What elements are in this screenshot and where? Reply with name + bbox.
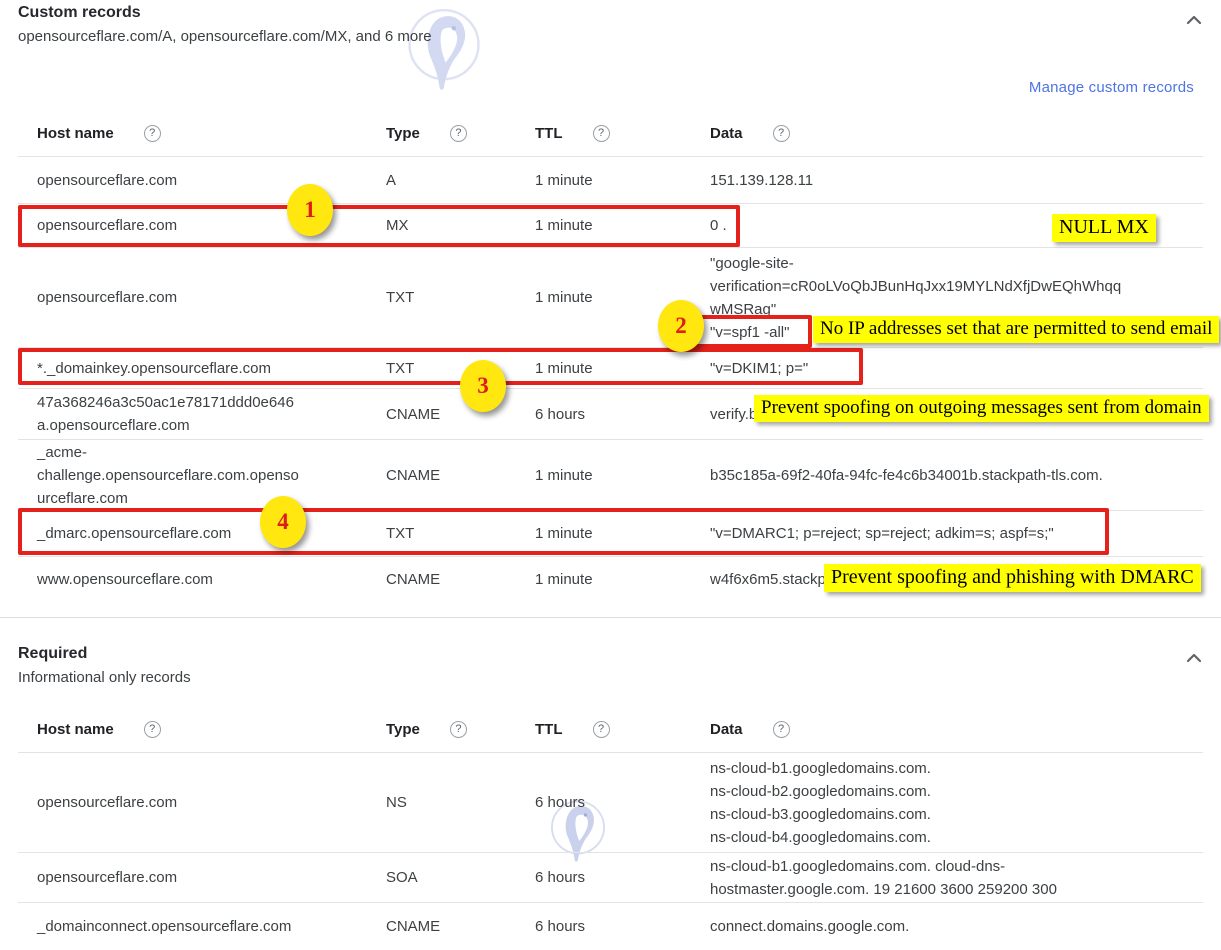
type-cell: SOA	[386, 866, 535, 889]
host-cell: _domainconnect.opensourceflare.com	[37, 915, 386, 938]
manage-custom-records-link[interactable]: Manage custom records	[1029, 79, 1194, 96]
record-row: _acme-challenge.opensourceflare.com.open…	[18, 440, 1203, 511]
host-cell: opensourceflare.com	[37, 791, 386, 814]
help-icon[interactable]: ?	[773, 721, 790, 738]
section-title: Required	[18, 643, 1221, 664]
record-row: *._domainkey.opensourceflare.comTXT1 min…	[18, 348, 1203, 389]
data-cell: w4f6x6m5.stackp	[710, 568, 1203, 591]
help-icon[interactable]: ?	[773, 125, 790, 142]
record-row: opensourceflare.comNS6 hoursns-cloud-b1.…	[18, 753, 1203, 853]
record-row: _dmarc.opensourceflare.comTXT1 minute"v=…	[18, 511, 1203, 557]
column-label: Type	[386, 125, 420, 142]
data-cell: ns-cloud-b1.googledomains.com. cloud-dns…	[710, 855, 1203, 901]
data-cell: 151.139.128.11	[710, 169, 1203, 192]
record-row: www.opensourceflare.comCNAME1 minutew4f6…	[18, 557, 1203, 601]
data-cell: "v=DKIM1; p="	[710, 357, 1203, 380]
help-icon[interactable]: ?	[144, 125, 161, 142]
column-label: Host name	[37, 721, 114, 738]
help-icon[interactable]: ?	[450, 125, 467, 142]
type-cell: TXT	[386, 286, 535, 309]
host-cell: _acme-challenge.opensourceflare.com.open…	[37, 441, 386, 510]
data-cell: 0 .	[710, 214, 1203, 237]
host-cell: opensourceflare.com	[37, 169, 386, 192]
column-header-hostname: Host name ?	[37, 125, 386, 142]
ttl-cell: 1 minute	[535, 522, 710, 545]
type-cell: CNAME	[386, 568, 535, 591]
type-cell: MX	[386, 214, 535, 237]
host-cell: _dmarc.opensourceflare.com	[37, 522, 386, 545]
custom-records-header: Custom records opensourceflare.com/A, op…	[0, 0, 1221, 47]
ttl-cell: 1 minute	[535, 214, 710, 237]
collapse-section-button[interactable]	[1179, 5, 1209, 35]
type-cell: NS	[386, 791, 535, 814]
data-cell: "google-site-verification=cR0oLVoQbJBunH…	[710, 252, 1203, 344]
chevron-up-icon	[1182, 8, 1206, 32]
host-cell: opensourceflare.com	[37, 866, 386, 889]
record-row: opensourceflare.comTXT1 minute"google-si…	[18, 248, 1203, 348]
required-records-table: Host name ? Type ? TTL ? Data ? opensour…	[18, 706, 1203, 950]
host-cell: opensourceflare.com	[37, 214, 386, 237]
host-cell: *._domainkey.opensourceflare.com	[37, 357, 386, 380]
help-icon[interactable]: ?	[144, 721, 161, 738]
ttl-cell: 1 minute	[535, 286, 710, 309]
data-cell: b35c185a-69f2-40fa-94fc-fe4c6b34001b.sta…	[710, 464, 1203, 487]
record-row: opensourceflare.comA1 minute151.139.128.…	[18, 157, 1203, 204]
ttl-cell: 6 hours	[535, 403, 710, 426]
type-cell: CNAME	[386, 464, 535, 487]
column-label: Type	[386, 721, 420, 738]
column-header-data: Data ?	[710, 721, 1203, 738]
section-subtitle: Informational only records	[18, 668, 1221, 688]
ttl-cell: 6 hours	[535, 791, 710, 814]
host-cell: opensourceflare.com	[37, 286, 386, 309]
column-label: Data	[710, 721, 743, 738]
host-cell: 47a368246a3c50ac1e78171ddd0e646a.opensou…	[37, 391, 386, 437]
section-subtitle: opensourceflare.com/A, opensourceflare.c…	[18, 27, 1221, 47]
section-title: Custom records	[18, 2, 1221, 23]
type-cell: CNAME	[386, 915, 535, 938]
record-row: opensourceflare.comMX1 minute0 .	[18, 204, 1203, 248]
column-header-data: Data ?	[710, 125, 1203, 142]
column-header-type: Type ?	[386, 125, 535, 142]
column-label: Host name	[37, 125, 114, 142]
data-cell: "v=DMARC1; p=reject; sp=reject; adkim=s;…	[710, 522, 1203, 545]
required-records-header: Required Informational only records	[0, 618, 1221, 688]
column-header-ttl: TTL ?	[535, 721, 710, 738]
help-icon[interactable]: ?	[450, 721, 467, 738]
ttl-cell: 1 minute	[535, 357, 710, 380]
host-cell: www.opensourceflare.com	[37, 568, 386, 591]
ttl-cell: 1 minute	[535, 568, 710, 591]
ttl-cell: 6 hours	[535, 915, 710, 938]
dns-records-page: Custom records opensourceflare.com/A, op…	[0, 0, 1221, 950]
record-row: 47a368246a3c50ac1e78171ddd0e646a.opensou…	[18, 389, 1203, 440]
data-cell: ns-cloud-b1.googledomains.com.ns-cloud-b…	[710, 757, 1203, 849]
table-header-row: Host name ? Type ? TTL ? Data ?	[18, 110, 1203, 157]
column-header-hostname: Host name ?	[37, 721, 386, 738]
help-icon[interactable]: ?	[593, 721, 610, 738]
data-cell: connect.domains.google.com.	[710, 915, 1203, 938]
record-row: opensourceflare.comSOA6 hoursns-cloud-b1…	[18, 853, 1203, 903]
ttl-cell: 6 hours	[535, 866, 710, 889]
column-header-ttl: TTL ?	[535, 125, 710, 142]
type-cell: CNAME	[386, 403, 535, 426]
type-cell: A	[386, 169, 535, 192]
chevron-up-icon	[1182, 646, 1206, 670]
collapse-section-button[interactable]	[1179, 643, 1209, 673]
ttl-cell: 1 minute	[535, 169, 710, 192]
column-label: TTL	[535, 125, 563, 142]
data-cell: verify.b	[710, 403, 1203, 426]
ttl-cell: 1 minute	[535, 464, 710, 487]
type-cell: TXT	[386, 522, 535, 545]
table-header-row: Host name ? Type ? TTL ? Data ?	[18, 706, 1203, 753]
column-header-type: Type ?	[386, 721, 535, 738]
custom-records-table: Host name ? Type ? TTL ? Data ? opensour…	[18, 110, 1203, 601]
column-label: TTL	[535, 721, 563, 738]
type-cell: TXT	[386, 357, 535, 380]
help-icon[interactable]: ?	[593, 125, 610, 142]
column-label: Data	[710, 125, 743, 142]
record-row: _domainconnect.opensourceflare.comCNAME6…	[18, 903, 1203, 950]
